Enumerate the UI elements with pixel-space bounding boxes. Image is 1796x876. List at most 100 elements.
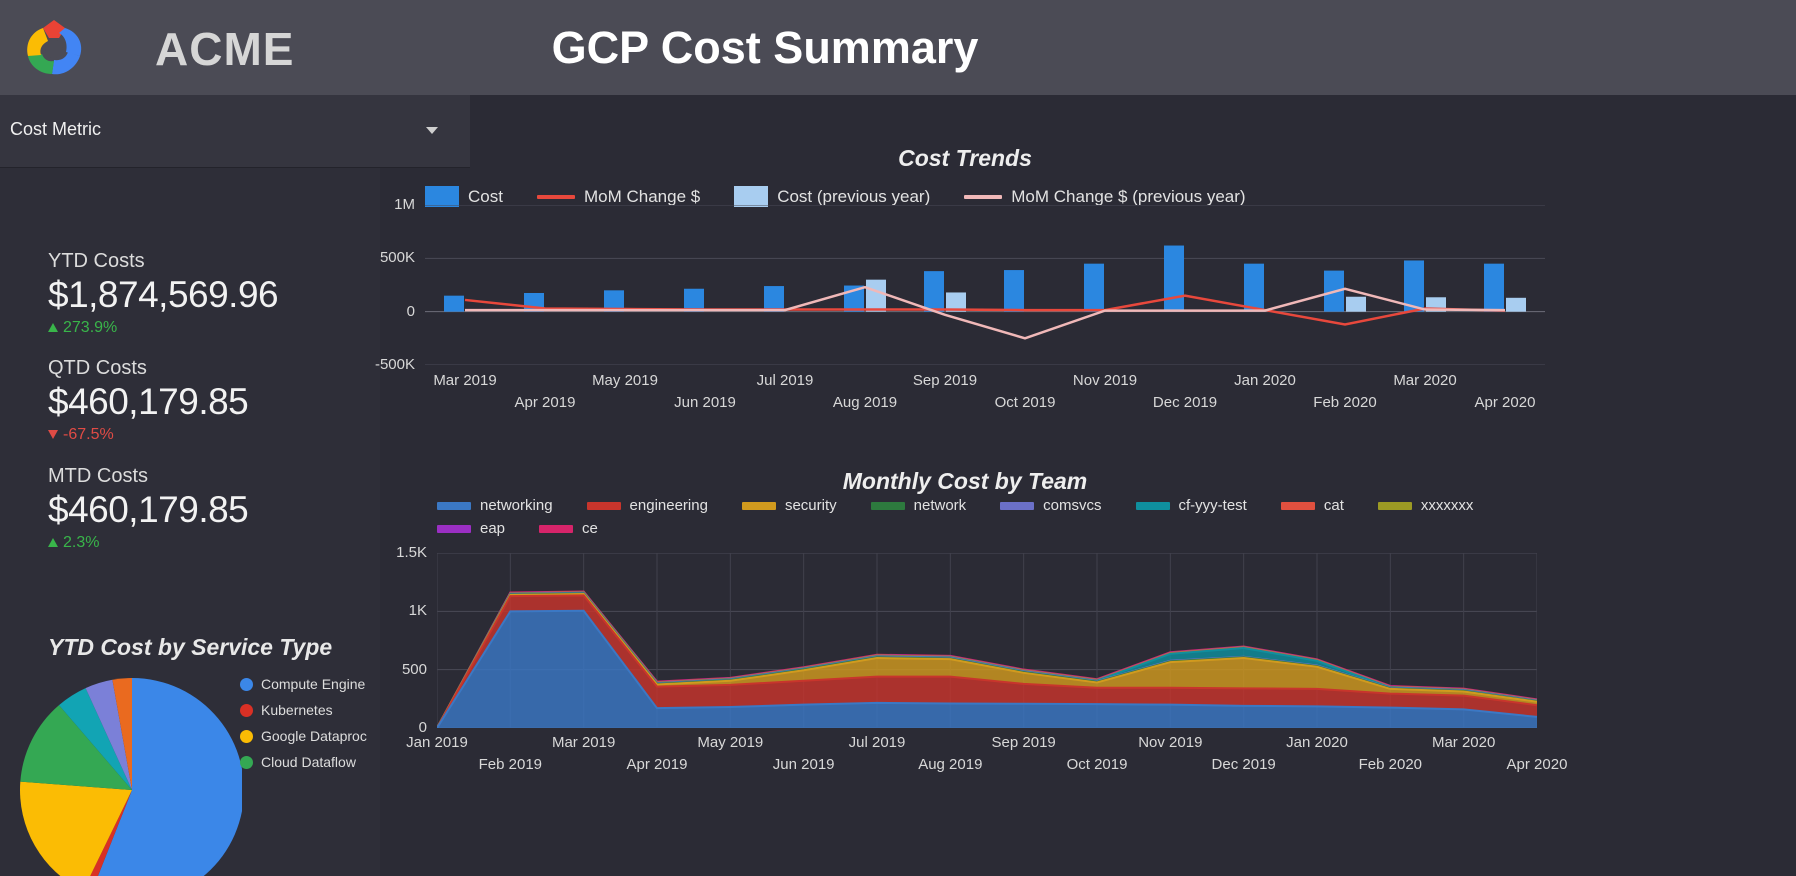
y-axis-tick: 500 <box>401 660 427 678</box>
legend-color-dot <box>240 703 253 717</box>
kpi-mtd-costs: MTD Costs $460,179.85 2.3% <box>48 465 249 552</box>
x-axis-tick: Feb 2020 <box>1358 756 1423 773</box>
legend-label: cf-yyy-test <box>1178 497 1247 514</box>
legend-swatch <box>586 501 621 510</box>
monthly-cost-by-team-chart[interactable] <box>437 553 1537 728</box>
legend-label: Cloud Dataflow <box>261 754 356 770</box>
legend-swatch <box>964 194 1003 199</box>
legend-item-cf-yyy-test[interactable]: cf-yyy-test <box>1135 497 1247 514</box>
x-axis-tick: Apr 2019 <box>626 756 688 773</box>
legend-swatch <box>539 524 574 533</box>
kpi-mtd-delta-value: 2.3% <box>63 533 100 551</box>
legend-swatch <box>1135 501 1170 510</box>
legend-label: network <box>913 497 967 514</box>
legend-color-dot <box>240 755 253 769</box>
x-axis-tick: Mar 2020 <box>1393 372 1457 389</box>
y-axis-tick: 1K <box>408 602 427 620</box>
x-axis-tick: Feb 2019 <box>478 756 543 773</box>
legend-label: comsvcs <box>1043 497 1102 514</box>
dashboard-root: ACME GCP Cost Summary Cost Metric YTD Co… <box>0 0 1796 876</box>
x-axis-tick: Apr 2020 <box>1474 394 1536 411</box>
kpi-qtd-costs: QTD Costs $460,179.85 -67.5% <box>48 357 249 444</box>
legend-color-dot <box>240 677 253 691</box>
x-axis-tick: Mar 2020 <box>1431 734 1496 751</box>
kpi-mtd-label: MTD Costs <box>48 465 148 487</box>
x-axis-tick: Sep 2019 <box>912 372 978 389</box>
x-axis-tick: Aug 2019 <box>918 756 983 773</box>
list-item[interactable]: Cloud Dataflow <box>240 754 367 770</box>
x-axis-tick: Jun 2019 <box>674 394 736 411</box>
arrow-up-icon <box>48 323 58 333</box>
legend-item-cost[interactable]: Cost <box>425 186 503 207</box>
cost-metric-dropdown-label: Cost Metric <box>10 119 102 139</box>
legend-label: MoM Change $ <box>583 186 701 206</box>
monthly-cost-by-team-legend: networking engineering security network coms… <box>437 497 1507 543</box>
x-axis-tick: Apr 2019 <box>514 394 576 411</box>
kpi-qtd-delta-value: -67.5% <box>63 425 114 443</box>
y-axis-tick: 0 <box>406 302 415 320</box>
legend-swatch <box>437 524 471 533</box>
kpi-ytd-delta-value: 273.9% <box>63 318 118 336</box>
legend-color-dot <box>240 729 253 743</box>
legend-swatch <box>1000 501 1035 510</box>
kpi-qtd-delta: -67.5% <box>48 426 248 444</box>
x-axis-tick: Jul 2019 <box>756 372 814 389</box>
list-item[interactable]: Compute Engine <box>240 676 367 692</box>
legend-label: Compute Engine <box>261 676 366 692</box>
y-axis-tick: 1.5K <box>396 544 427 561</box>
kpi-ytd-delta: 273.9% <box>48 319 278 337</box>
x-axis-tick: Jun 2019 <box>772 756 835 773</box>
legend-label: cat <box>1323 497 1344 514</box>
legend-item-cat[interactable]: cat <box>1280 497 1344 514</box>
pie-chart-title: YTD Cost by Service Type <box>48 634 333 660</box>
legend-swatch <box>1280 501 1315 510</box>
legend-item-security[interactable]: security <box>741 497 837 514</box>
legend-label: engineering <box>629 497 708 514</box>
x-axis-tick: May 2019 <box>592 372 658 389</box>
legend-item-mom-change-prev-year[interactable]: MoM Change $ (previous year) <box>964 187 1246 207</box>
legend-item-cost-prev-year[interactable]: Cost (previous year) <box>734 186 930 207</box>
legend-label: networking <box>480 497 553 514</box>
legend-swatch <box>734 186 769 207</box>
x-axis-tick: Oct 2019 <box>1066 756 1128 773</box>
x-axis-tick: Jul 2019 <box>848 734 906 751</box>
legend-swatch <box>425 186 459 207</box>
x-axis-tick: Dec 2019 <box>1211 756 1276 773</box>
legend-label: Kubernetes <box>261 702 333 718</box>
x-axis-tick: Jan 2020 <box>1286 734 1348 751</box>
legend-item-xxxxxxx[interactable]: xxxxxxx <box>1377 497 1474 514</box>
x-axis-tick: Nov 2019 <box>1138 734 1203 751</box>
x-axis-tick: Mar 2019 <box>551 734 616 751</box>
page-title: GCP Cost Summary <box>551 22 979 73</box>
legend-swatch <box>437 501 471 510</box>
kpi-ytd-costs: YTD Costs $1,874,569.96 273.9% <box>48 250 279 337</box>
app-header: ACME GCP Cost Summary <box>0 0 1796 95</box>
legend-swatch <box>1377 501 1412 510</box>
legend-label: Cost <box>468 186 503 206</box>
x-axis-tick: Aug 2019 <box>832 394 898 411</box>
list-item[interactable]: Kubernetes <box>240 702 367 718</box>
legend-item-comsvcs[interactable]: comsvcs <box>1000 497 1102 514</box>
legend-label: xxxxxxx <box>1420 497 1474 514</box>
legend-item-eap[interactable]: eap <box>437 520 505 537</box>
cost-trends-legend: Cost MoM Change $ Cost (previous year) M… <box>425 186 1280 207</box>
x-axis-tick: Sep 2019 <box>991 734 1056 751</box>
kpi-mtd-value: $460,179.85 <box>48 489 249 530</box>
legend-item-engineering[interactable]: engineering <box>586 497 708 514</box>
legend-label: eap <box>480 520 506 537</box>
y-axis-tick: -500K <box>374 356 415 373</box>
cost-trends-chart[interactable] <box>425 205 1545 365</box>
legend-swatch <box>536 194 575 199</box>
ytd-cost-by-service-pie[interactable] <box>12 672 242 876</box>
arrow-up-icon <box>48 538 58 548</box>
legend-item-network[interactable]: network <box>870 497 967 514</box>
kpi-qtd-label: QTD Costs <box>48 357 147 379</box>
y-axis-tick: 1M <box>394 196 415 213</box>
x-axis-tick: Mar 2019 <box>433 372 497 389</box>
kpi-ytd-value: $1,874,569.96 <box>48 274 279 315</box>
legend-item-networking[interactable]: networking <box>437 497 553 514</box>
legend-item-ce[interactable]: ce <box>539 520 598 537</box>
legend-label: ce <box>582 520 598 537</box>
x-axis-tick: Dec 2019 <box>1152 394 1218 411</box>
legend-item-mom-change[interactable]: MoM Change $ <box>536 186 701 207</box>
